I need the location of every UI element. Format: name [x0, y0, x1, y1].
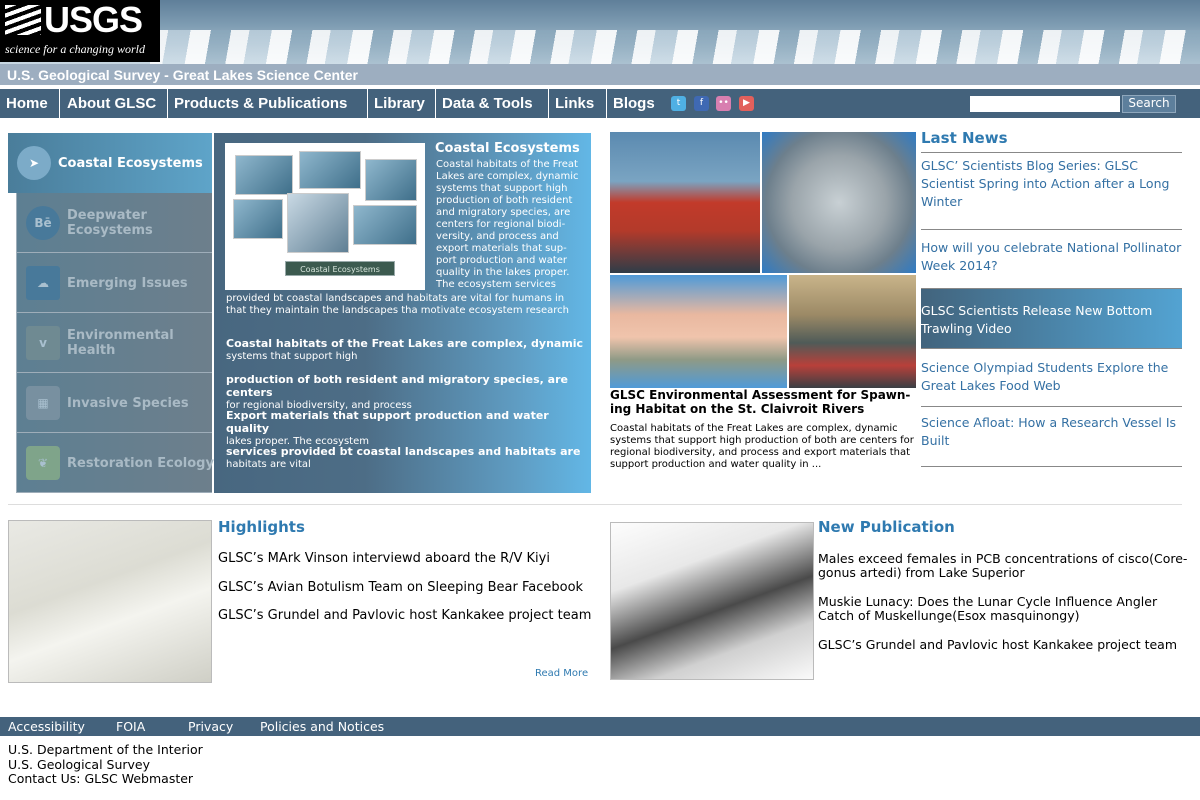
last-news-item[interactable]: GLSC’ Scientists Blog Series: GLSC Scien… — [921, 153, 1182, 230]
last-news-item-active[interactable]: GLSC Scientists Release New Bottom Trawl… — [921, 289, 1182, 349]
feature-paragraph-bold: services provided bt coastal landscapes … — [226, 445, 581, 458]
flickr-icon[interactable]: •• — [716, 96, 731, 111]
sidebar-item-environmental-health[interactable]: v Environmental Health — [16, 313, 212, 373]
facebook-icon[interactable]: f — [694, 96, 709, 111]
vimeo-icon: v — [26, 326, 60, 360]
search-input[interactable] — [970, 96, 1120, 112]
site-header: USGS science for a changing world — [0, 0, 1200, 64]
sidebar-item-invasive-species[interactable]: ▦ Invasive Species — [16, 373, 212, 433]
photo-fish-in-tub — [762, 132, 916, 273]
photo-thumb — [233, 199, 283, 239]
newspaper-stack-image — [8, 520, 212, 683]
section-divider — [8, 504, 1182, 505]
last-news-item[interactable]: Science Afloat: How a Research Vessel Is… — [921, 407, 1182, 467]
sidebar-item-label: Restoration Ecology — [67, 455, 214, 471]
usgs-logo[interactable]: USGS science for a changing world — [0, 0, 160, 62]
sidebar-item-label: Coastal Ecosystems — [58, 155, 203, 171]
feature-panel: Coastal Ecosystems Coastal Ecosystems Co… — [214, 133, 591, 493]
sidebar-item-label: Emerging Issues — [67, 275, 188, 291]
feature-paragraph-bold: Export materials that support production… — [226, 409, 549, 435]
feature-title[interactable]: Coastal Ecosystems — [435, 141, 580, 156]
photo-angler-with-fish — [610, 132, 760, 273]
footer-link-privacy[interactable]: Privacy — [188, 719, 233, 734]
twitter-icon[interactable]: t — [671, 96, 686, 111]
news-photo-mosaic[interactable] — [610, 132, 916, 388]
last-news-item[interactable]: How will you celebrate National Pollinat… — [921, 230, 1182, 289]
feature-text-continued: provided bt coastal landscapes and habit… — [226, 293, 570, 316]
highlights-title: Highlights — [218, 518, 305, 536]
photo-thumb — [235, 155, 293, 195]
sidebar-item-coastal-ecosystems[interactable]: ➤ Coastal Ecosystems — [8, 133, 212, 193]
feature-paragraph: Export materials that support production… — [226, 410, 586, 448]
footer-link-accessibility[interactable]: Accessibility — [8, 719, 85, 734]
sidebar-item-label: Deepwater Ecosystems — [67, 208, 153, 238]
footer-bar: Accessibility FOIA Privacy Policies and … — [0, 717, 1200, 736]
last-news-item[interactable]: Science Olympiad Students Explore the Gr… — [921, 349, 1182, 407]
news-story-text: Coastal habitats of the Freat Lakes are … — [610, 423, 914, 470]
site-title-bar: U.S. Geological Survey - Great Lakes Sci… — [0, 64, 1200, 87]
nav-links[interactable]: Links — [549, 89, 607, 118]
footer-link-foia[interactable]: FOIA — [116, 719, 145, 734]
magazine-stack-image — [610, 522, 814, 680]
feature-image[interactable]: Coastal Ecosystems — [225, 143, 425, 290]
feature-paragraph-text: systems that support high — [226, 351, 358, 362]
feature-paragraph-bold: production of both resident and migrator… — [226, 373, 568, 399]
nav-library[interactable]: Library — [368, 89, 436, 118]
last-news-panel: Last News GLSC’ Scientists Blog Series: … — [921, 128, 1182, 467]
photo-thumb — [287, 193, 349, 253]
feature-image-caption: Coastal Ecosystems — [285, 261, 395, 276]
photo-thumb — [365, 159, 417, 201]
read-more-link[interactable]: Read More — [535, 668, 588, 679]
publication-item[interactable]: Males exceed females in PCB concentratio… — [818, 552, 1188, 580]
feature-paragraph: production of both resident and migrator… — [226, 374, 586, 412]
photo-thumb — [299, 151, 361, 189]
behance-icon: Bē — [26, 206, 60, 240]
nav-about[interactable]: About GLSC — [61, 89, 168, 118]
feature-text: Coastal habitats of the Freat Lakes are … — [436, 159, 579, 290]
nav-blogs[interactable]: Blogs — [607, 89, 664, 118]
logo-tagline: science for a changing world — [5, 42, 145, 56]
last-news-title: Last News — [921, 128, 1182, 153]
nav-data-tools[interactable]: Data & Tools — [436, 89, 549, 118]
photo-field-crew — [789, 275, 916, 388]
news-story-title[interactable]: GLSC Environmental Assessment for Spawn-… — [610, 388, 916, 416]
sidebar-item-restoration-ecology[interactable]: ❦ Restoration Ecology — [16, 433, 214, 493]
highlight-item[interactable]: GLSC’s Avian Botulism Team on Sleeping B… — [218, 580, 583, 595]
youtube-icon[interactable]: ▶ — [739, 96, 754, 111]
sidebar-item-emerging-issues[interactable]: ☁ Emerging Issues — [16, 253, 212, 313]
photo-thumb — [353, 205, 417, 245]
highlight-item[interactable]: GLSC’s Grundel and Pavlovic host Kankake… — [218, 608, 591, 623]
site-title: U.S. Geological Survey - Great Lakes Sci… — [7, 67, 358, 83]
feature-paragraph: services provided bt coastal landscapes … — [226, 446, 586, 471]
cloud-icon: ☁ — [26, 266, 60, 300]
footer-line[interactable]: U.S. Department of the Interior — [8, 742, 203, 757]
nav-products[interactable]: Products & Publications — [168, 89, 368, 118]
photo-hands-with-fish — [610, 275, 787, 388]
leaf-icon: ❦ — [26, 446, 60, 480]
feature-paragraph-text: habitats are vital — [226, 459, 311, 470]
publication-item[interactable]: Muskie Lunacy: Does the Lunar Cycle Infl… — [818, 595, 1188, 623]
sidebar-item-deepwater-ecosystems[interactable]: Bē Deepwater Ecosystems — [16, 193, 212, 253]
nav-home[interactable]: Home — [0, 89, 60, 118]
feature-paragraph: Coastal habitats of the Freat Lakes are … — [226, 338, 586, 363]
footer-line[interactable]: U.S. Geological Survey — [8, 757, 150, 772]
publication-item[interactable]: GLSC’s Grundel and Pavlovic host Kankake… — [818, 638, 1188, 652]
cursor-icon: ➤ — [17, 146, 51, 180]
grid-icon: ▦ — [26, 386, 60, 420]
topic-sidebar: ➤ Coastal Ecosystems Bē Deepwater Ecosys… — [8, 133, 214, 493]
search-button[interactable]: Search — [1122, 95, 1176, 113]
sidebar-item-label: Environmental Health — [67, 328, 174, 358]
footer-link-policies[interactable]: Policies and Notices — [260, 719, 384, 734]
usgs-mark-icon — [5, 5, 41, 35]
new-publication-title: New Publication — [818, 518, 955, 536]
logo-text: USGS — [44, 0, 143, 40]
footer-line[interactable]: Contact Us: GLSC Webmaster — [8, 771, 193, 786]
highlight-item[interactable]: GLSC’s MArk Vinson interviewd aboard the… — [218, 551, 550, 566]
header-wave-image — [150, 30, 1200, 64]
feature-paragraph-bold: Coastal habitats of the Freat Lakes are … — [226, 337, 584, 350]
sidebar-item-label: Invasive Species — [67, 395, 189, 411]
